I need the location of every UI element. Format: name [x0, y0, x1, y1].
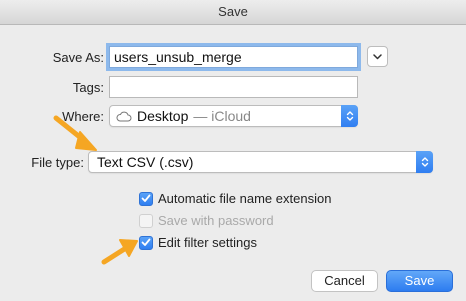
- automatic-extension-label: Automatic file name extension: [158, 191, 332, 206]
- option-save-with-password[interactable]: Save with password: [139, 213, 274, 228]
- cloud-icon: [116, 111, 132, 121]
- expand-button[interactable]: [367, 46, 388, 67]
- where-location: Desktop: [137, 108, 189, 124]
- save-button[interactable]: Save: [386, 270, 453, 292]
- file-type-value: Text CSV (.csv): [97, 154, 194, 170]
- save-with-password-label: Save with password: [158, 213, 274, 228]
- tags-field[interactable]: [109, 76, 358, 98]
- edit-filter-settings-label: Edit filter settings: [158, 235, 257, 250]
- save-as-label: Save As:: [52, 50, 104, 65]
- updown-chevron-icon: [346, 111, 353, 121]
- orange-arrow-icon: [101, 239, 138, 265]
- file-type-label: File type:: [31, 155, 84, 170]
- checkmark-icon: [141, 194, 151, 202]
- option-automatic-extension[interactable]: Automatic file name extension: [139, 191, 331, 206]
- updown-chevron-icon: [421, 157, 428, 167]
- edit-filter-settings-checkbox[interactable]: [139, 235, 153, 250]
- save-dialog: Save Save As: Tags: Where: Desktop — iCl…: [0, 0, 466, 301]
- where-suffix: — iCloud: [193, 108, 251, 124]
- file-type-stepper: [416, 151, 433, 173]
- checkmark-icon: [141, 238, 151, 246]
- option-edit-filter-settings[interactable]: Edit filter settings: [139, 235, 257, 250]
- cancel-button[interactable]: Cancel: [311, 270, 378, 292]
- orange-arrow-icon: [53, 115, 97, 151]
- window-title: Save: [0, 0, 466, 25]
- save-as-field[interactable]: [109, 46, 358, 68]
- save-with-password-checkbox[interactable]: [139, 213, 153, 228]
- where-stepper: [341, 105, 358, 127]
- tags-label: Tags:: [72, 80, 104, 95]
- where-popup[interactable]: Desktop — iCloud: [109, 105, 358, 127]
- file-type-popup[interactable]: Text CSV (.csv): [88, 151, 433, 173]
- automatic-extension-checkbox[interactable]: [139, 191, 153, 206]
- chevron-down-icon: [373, 53, 382, 59]
